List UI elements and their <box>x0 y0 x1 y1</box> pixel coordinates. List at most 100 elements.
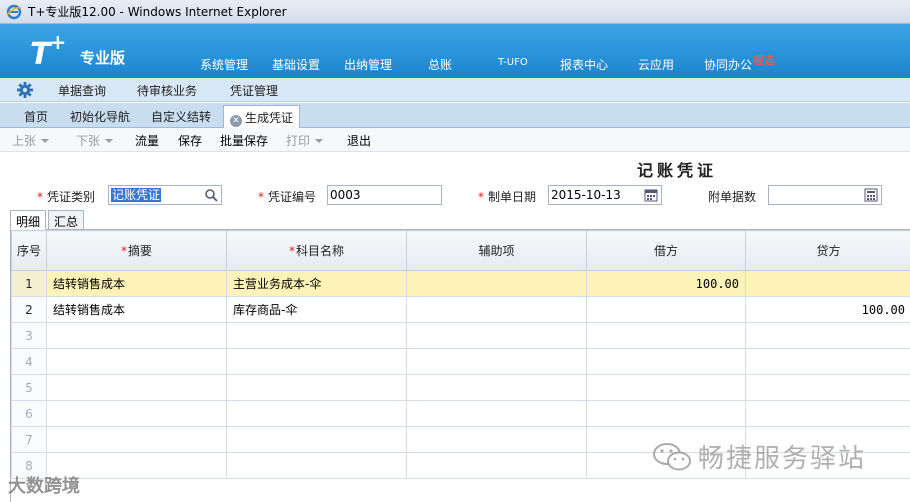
voucher-type-field[interactable]: 记账凭证 <box>108 185 222 205</box>
wechat-icon <box>653 443 691 471</box>
tab-summary[interactable]: 汇总 <box>48 210 85 230</box>
menu-collaboration[interactable]: 协同办公 <box>704 56 752 73</box>
account-cell[interactable] <box>226 348 407 375</box>
table-row[interactable]: 1 结转销售成本 主营业务成本-伞 100.00 <box>11 270 910 297</box>
summary-cell[interactable] <box>46 322 227 349</box>
account-cell[interactable] <box>226 400 407 427</box>
summary-cell[interactable] <box>46 426 227 453</box>
row-number: 3 <box>11 322 47 349</box>
gear-icon[interactable] <box>16 81 34 99</box>
summary-cell[interactable] <box>46 374 227 401</box>
calculator-icon[interactable] <box>864 188 878 202</box>
credit-cell[interactable] <box>745 374 910 401</box>
exit-button[interactable]: 退出 <box>347 132 371 149</box>
summary-cell[interactable] <box>46 348 227 375</box>
next-button[interactable]: 下张 <box>76 132 114 149</box>
close-tab-icon[interactable]: ✕ <box>230 115 242 127</box>
aux-cell[interactable] <box>406 348 587 375</box>
prev-button[interactable]: 上张 <box>12 132 50 149</box>
aux-cell[interactable] <box>406 374 587 401</box>
summary-cell[interactable]: 结转销售成本 <box>46 270 227 297</box>
chevron-down-icon <box>105 139 114 143</box>
debit-cell[interactable] <box>586 348 746 375</box>
column-header-debit[interactable]: 借方 <box>586 230 746 271</box>
voucher-no-label: * 凭证编号 <box>258 190 317 204</box>
table-row[interactable]: 5 <box>11 374 910 401</box>
debit-cell[interactable]: 100.00 <box>586 270 746 297</box>
debit-cell[interactable] <box>586 400 746 427</box>
batch-save-button[interactable]: 批量保存 <box>220 132 268 149</box>
account-cell[interactable]: 库存商品-伞 <box>226 296 407 323</box>
menu-system-management[interactable]: 系统管理 <box>200 56 248 73</box>
table-row[interactable]: 4 <box>11 348 910 375</box>
attachments-field[interactable] <box>768 185 882 205</box>
aux-cell[interactable] <box>406 270 587 297</box>
debit-cell[interactable] <box>586 374 746 401</box>
account-cell[interactable] <box>226 426 407 453</box>
voucher-type-label: * 凭证类别 <box>37 190 96 204</box>
aux-cell[interactable] <box>406 452 587 479</box>
hot-badge[interactable]: 喔选 <box>753 52 775 68</box>
menu-t-ufo[interactable]: T-UFO <box>498 57 528 68</box>
subnav-voucher-management[interactable]: 凭证管理 <box>230 82 278 99</box>
credit-cell[interactable] <box>745 348 910 375</box>
subnav-pending-review[interactable]: 待审核业务 <box>137 82 197 99</box>
summary-cell[interactable] <box>46 400 227 427</box>
subnav-document-query[interactable]: 单据查询 <box>58 82 106 99</box>
date-field[interactable]: 2015-10-13 <box>548 185 662 205</box>
tab-detail[interactable]: 明细 <box>10 210 47 230</box>
watermark-left: 大数跨境 <box>8 476 80 497</box>
print-button[interactable]: 打印 <box>286 132 324 149</box>
attachments-label: 附单据数 <box>708 190 757 204</box>
account-cell[interactable]: 主营业务成本-伞 <box>226 270 407 297</box>
row-number: 1 <box>11 270 47 297</box>
chevron-down-icon <box>41 139 50 143</box>
search-icon[interactable] <box>204 188 218 202</box>
menu-basic-settings[interactable]: 基础设置 <box>272 56 320 73</box>
window-titlebar: T+专业版12.00 - Windows Internet Explorer <box>0 0 910 24</box>
credit-cell[interactable] <box>745 270 910 297</box>
menu-general-ledger[interactable]: 总账 <box>428 56 452 73</box>
app-header: T+ 专业版 系统管理 基础设置 出纳管理 总账 T-UFO 报表中心 云应用 … <box>0 24 910 78</box>
menu-cashier[interactable]: 出纳管理 <box>344 56 392 73</box>
flow-button[interactable]: 流量 <box>135 132 159 149</box>
menu-report-center[interactable]: 报表中心 <box>560 56 608 73</box>
edition-label: 专业版 <box>80 49 126 67</box>
tab-custom-transfer[interactable]: 自定义结转 <box>151 108 211 125</box>
credit-cell[interactable] <box>745 400 910 427</box>
account-cell[interactable] <box>226 322 407 349</box>
aux-cell[interactable] <box>406 426 587 453</box>
column-header-aux[interactable]: 辅助项 <box>406 230 587 271</box>
column-header-credit[interactable]: 贷方 <box>745 230 910 271</box>
column-header-summary[interactable]: *摘要 <box>46 230 227 271</box>
voucher-title: 记账凭证 <box>637 161 718 180</box>
account-cell[interactable] <box>226 374 407 401</box>
aux-cell[interactable] <box>406 400 587 427</box>
credit-cell[interactable] <box>745 322 910 349</box>
debit-cell[interactable] <box>586 296 746 323</box>
table-row[interactable]: 3 <box>11 322 910 349</box>
menu-cloud-apps[interactable]: 云应用 <box>638 56 674 73</box>
table-row[interactable]: 2 结转销售成本 库存商品-伞 100.00 <box>11 296 910 323</box>
sub-navigation: 单据查询 待审核业务 凭证管理 <box>0 78 910 102</box>
tab-generate-voucher-label: 生成凭证 <box>245 111 294 125</box>
debit-cell[interactable] <box>586 322 746 349</box>
tab-generate-voucher[interactable]: ✕ 生成凭证 <box>223 105 301 128</box>
aux-cell[interactable] <box>406 322 587 349</box>
date-label: * 制单日期 <box>478 190 537 204</box>
tab-init-navigation[interactable]: 初始化导航 <box>70 108 130 125</box>
aux-cell[interactable] <box>406 296 587 323</box>
page-tabs: 首页 初始化导航 自定义结转 ✕ 生成凭证 <box>0 103 910 128</box>
save-button[interactable]: 保存 <box>178 132 202 149</box>
voucher-no-field[interactable]: 0003 <box>327 185 442 205</box>
table-row[interactable]: 6 <box>11 400 910 427</box>
tab-home[interactable]: 首页 <box>24 108 48 125</box>
grid-header-row: 序号 *摘要 *科目名称 辅助项 借方 贷方 <box>11 230 910 271</box>
column-header-no[interactable]: 序号 <box>11 230 47 271</box>
column-header-account[interactable]: *科目名称 <box>226 230 407 271</box>
summary-cell[interactable]: 结转销售成本 <box>46 296 227 323</box>
credit-cell[interactable]: 100.00 <box>745 296 910 323</box>
calendar-icon[interactable] <box>644 188 658 202</box>
account-cell[interactable] <box>226 452 407 479</box>
row-number: 2 <box>11 296 47 323</box>
